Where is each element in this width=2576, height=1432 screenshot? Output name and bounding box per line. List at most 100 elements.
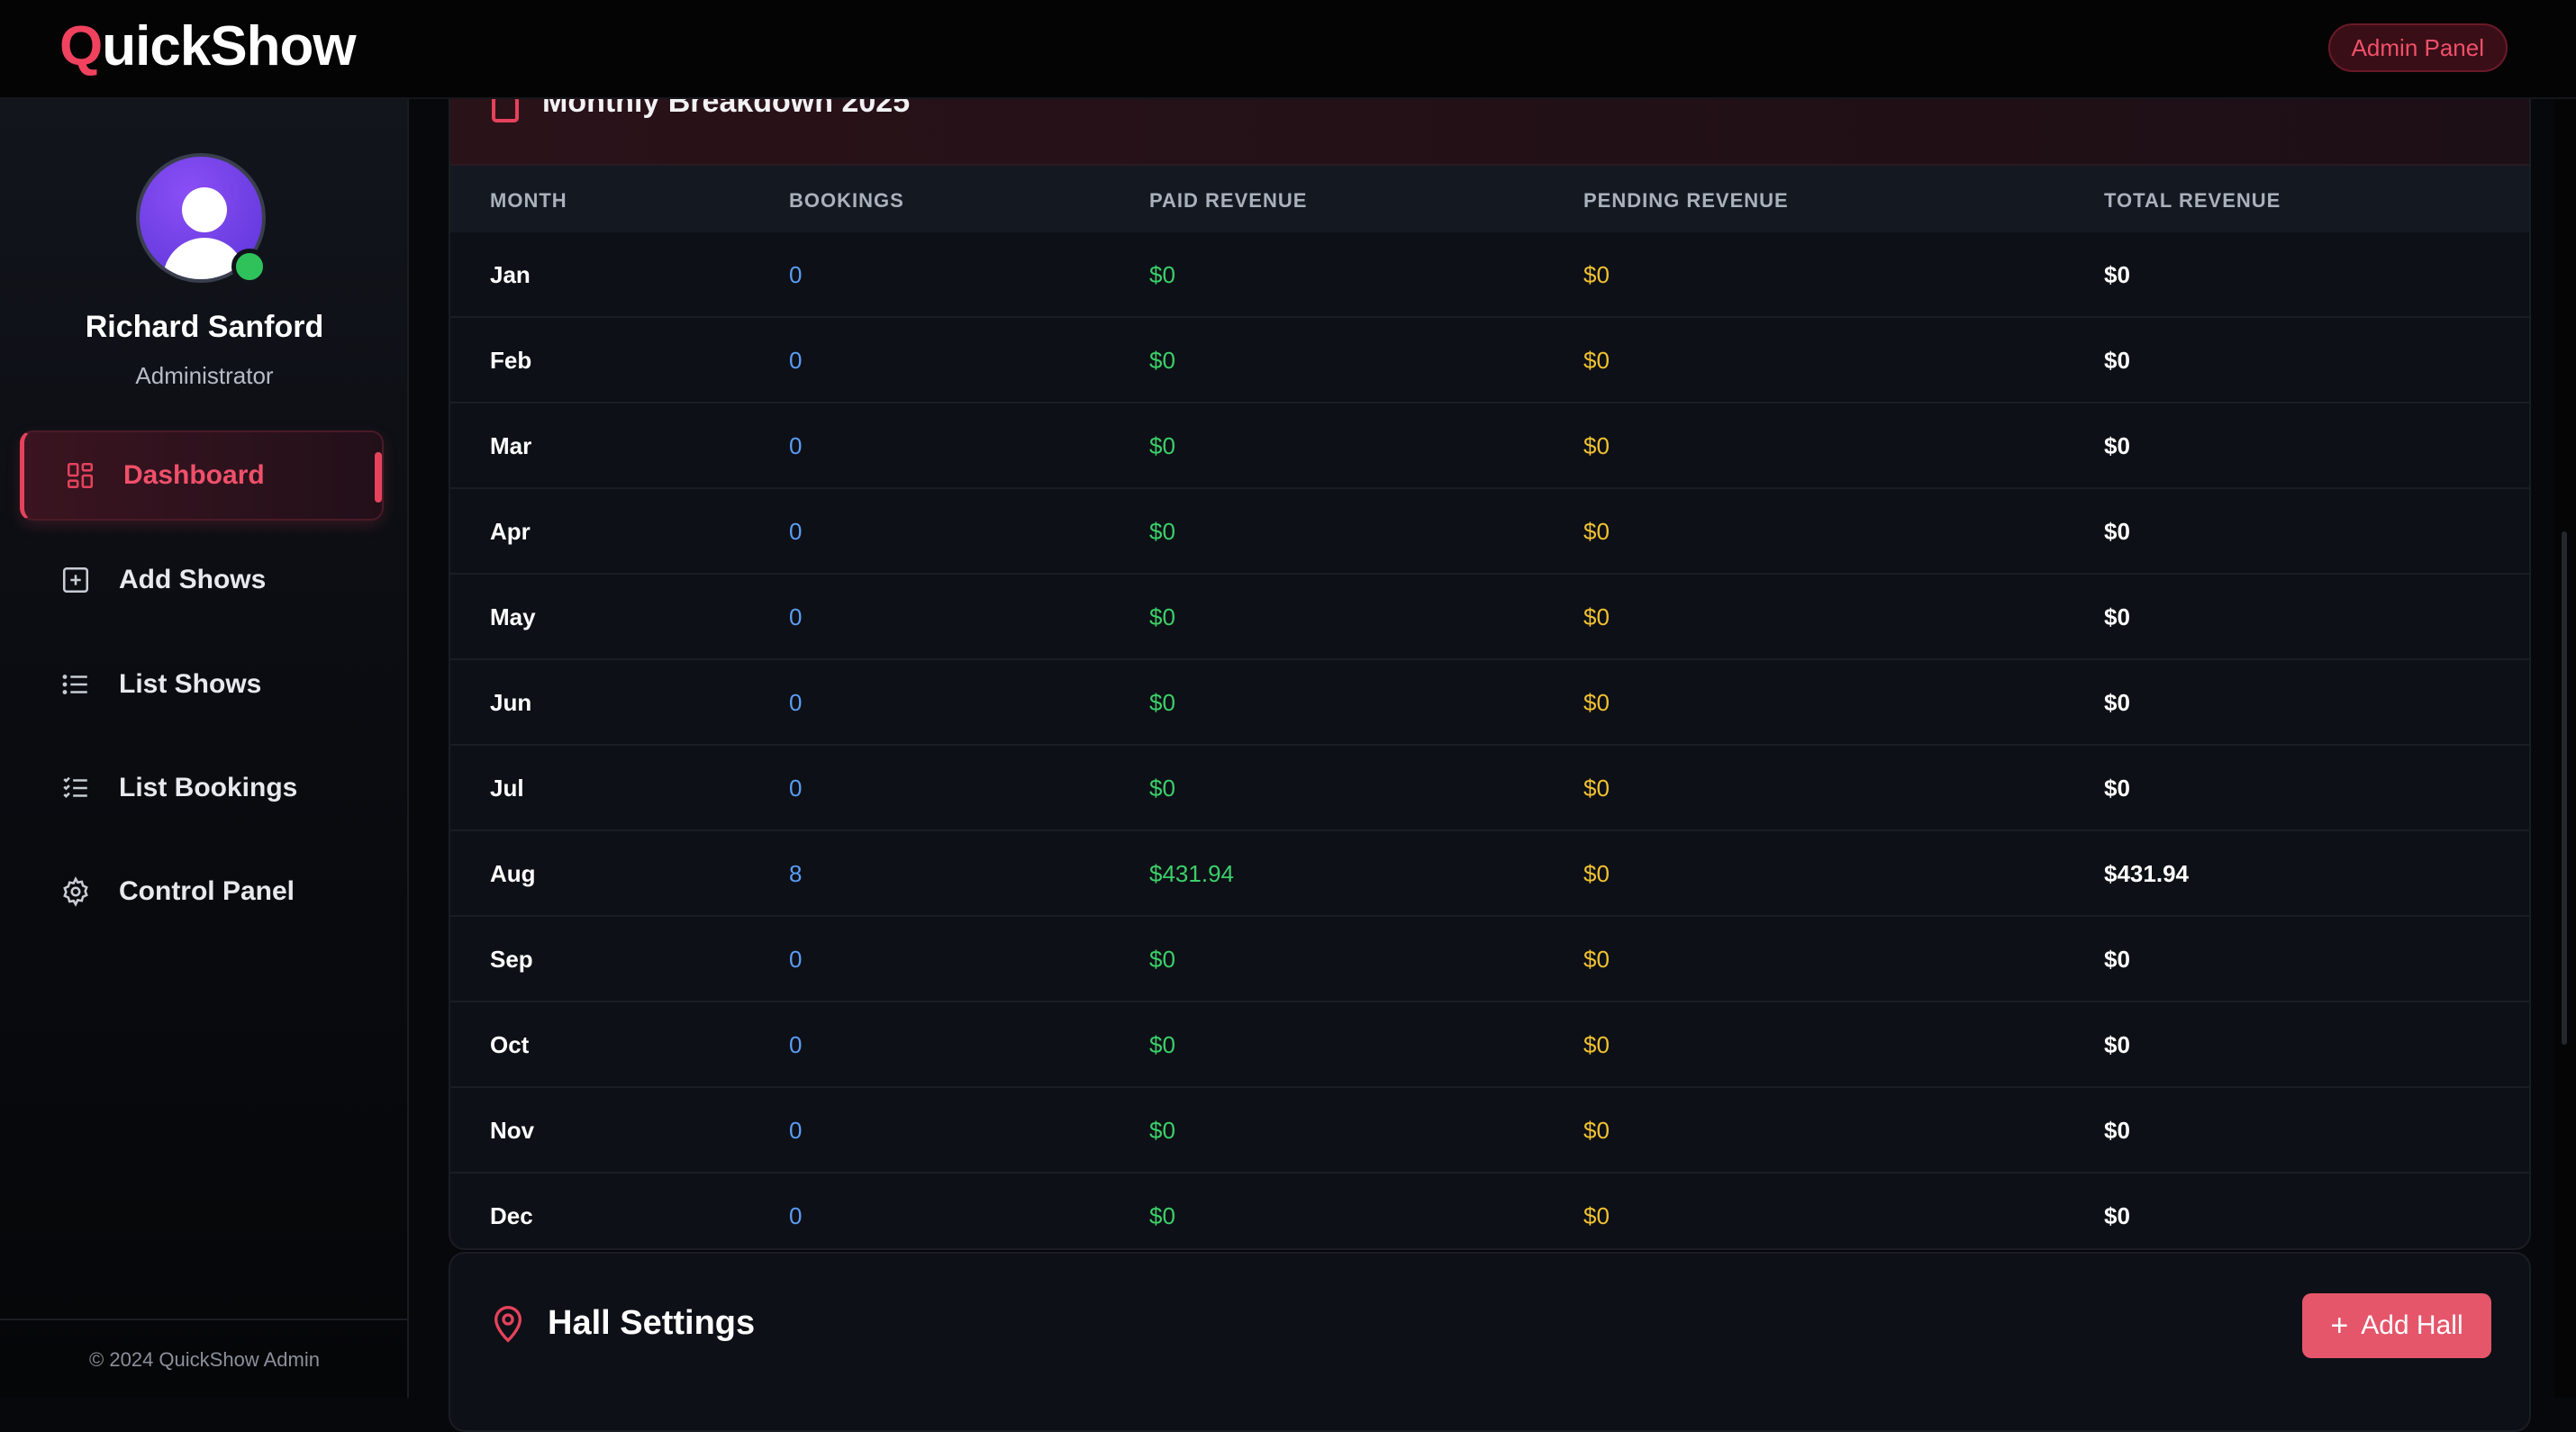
add-hall-label: Add Hall xyxy=(2361,1310,2463,1340)
cell-total-revenue: $431.94 xyxy=(2104,860,2189,887)
online-status-indicator xyxy=(231,249,268,285)
table-row: Aug 8 $431.94 $0 $431.94 xyxy=(450,831,2529,917)
cell-bookings: 0 xyxy=(789,347,803,374)
cell-total-revenue: $0 xyxy=(2104,432,2130,459)
table-row: Feb 0 $0 $0 $0 xyxy=(450,318,2529,403)
logo-q: Q xyxy=(59,15,103,77)
cell-bookings: 0 xyxy=(789,1031,803,1058)
sidebar-item-label: List Shows xyxy=(119,669,262,699)
top-bar: QuickShow Admin Panel xyxy=(0,0,2576,99)
cell-month: Jul xyxy=(490,775,524,802)
cell-pending-revenue: $0 xyxy=(1583,775,1610,802)
sidebar-item-dashboard[interactable]: Dashboard xyxy=(20,431,384,521)
list-ordered-icon xyxy=(59,772,92,804)
cell-paid-revenue: $0 xyxy=(1149,1202,1175,1229)
column-header-month: MONTH xyxy=(490,189,567,212)
hall-settings-title: Hall Settings xyxy=(548,1304,756,1342)
app-logo[interactable]: QuickShow xyxy=(59,14,357,78)
column-header-bookings: BOOKINGS xyxy=(789,189,904,212)
sidebar: Richard Sanford Administrator Dashboard … xyxy=(0,99,409,1398)
user-role: Administrator xyxy=(135,362,274,389)
table-row: Mar 0 $0 $0 $0 xyxy=(450,403,2529,489)
cell-month: Apr xyxy=(490,518,531,545)
sidebar-item-label: Add Shows xyxy=(119,565,267,594)
sidebar-item-label: List Bookings xyxy=(119,773,298,802)
cell-paid-revenue: $0 xyxy=(1149,689,1175,716)
hall-settings-card: Hall Settings + Add Hall xyxy=(449,1252,2531,1432)
cell-total-revenue: $0 xyxy=(2104,347,2130,374)
sidebar-item-label: Control Panel xyxy=(119,876,295,906)
plus-square-icon xyxy=(59,564,92,596)
add-hall-button[interactable]: + Add Hall xyxy=(2302,1293,2491,1358)
cell-paid-revenue: $0 xyxy=(1149,775,1175,802)
cell-paid-revenue: $0 xyxy=(1149,1031,1175,1058)
cell-paid-revenue: $0 xyxy=(1149,946,1175,973)
sidebar-item-list-bookings[interactable]: List Bookings xyxy=(20,743,384,833)
cell-bookings: 0 xyxy=(789,946,803,973)
cell-pending-revenue: $0 xyxy=(1583,946,1610,973)
table-row: Sep 0 $0 $0 $0 xyxy=(450,917,2529,1002)
monthly-breakdown-card: Monthly Breakdown 2025 MONTH BOOKINGS PA… xyxy=(449,79,2531,1250)
cell-total-revenue: $0 xyxy=(2104,603,2130,630)
admin-panel-badge: Admin Panel xyxy=(2327,23,2508,72)
cell-paid-revenue: $0 xyxy=(1149,603,1175,630)
scrollbar-thumb[interactable] xyxy=(2562,531,2567,1045)
cell-paid-revenue: $0 xyxy=(1149,432,1175,459)
cell-bookings: 8 xyxy=(789,860,803,887)
sidebar-item-add-shows[interactable]: Add Shows xyxy=(20,535,384,625)
cell-bookings: 0 xyxy=(789,432,803,459)
cell-pending-revenue: $0 xyxy=(1583,261,1610,288)
sidebar-item-control-panel[interactable]: Control Panel xyxy=(20,847,384,937)
cell-month: Jan xyxy=(490,261,531,288)
column-header-pending-revenue: PENDING REVENUE xyxy=(1583,189,1789,212)
table-header: MONTH BOOKINGS PAID REVENUE PENDING REVE… xyxy=(450,166,2529,232)
cell-paid-revenue: $431.94 xyxy=(1149,860,1234,887)
cell-total-revenue: $0 xyxy=(2104,946,2130,973)
plus-icon: + xyxy=(2330,1308,2349,1343)
table-row: Apr 0 $0 $0 $0 xyxy=(450,489,2529,575)
cell-pending-revenue: $0 xyxy=(1583,689,1610,716)
cell-total-revenue: $0 xyxy=(2104,1202,2130,1229)
logo-text: uickShow xyxy=(102,15,356,77)
cell-bookings: 0 xyxy=(789,689,803,716)
cell-total-revenue: $0 xyxy=(2104,689,2130,716)
cell-pending-revenue: $0 xyxy=(1583,860,1610,887)
cell-month: Dec xyxy=(490,1202,533,1229)
list-icon xyxy=(59,668,92,701)
cell-month: Sep xyxy=(490,946,533,973)
map-pin-icon xyxy=(490,1304,526,1344)
page-scrollbar[interactable] xyxy=(2554,0,2576,1398)
table-row: Jun 0 $0 $0 $0 xyxy=(450,660,2529,746)
cell-bookings: 0 xyxy=(789,261,803,288)
cell-pending-revenue: $0 xyxy=(1583,1117,1610,1144)
cell-pending-revenue: $0 xyxy=(1583,603,1610,630)
user-name: Richard Sanford xyxy=(85,310,324,344)
cell-month: Jun xyxy=(490,689,532,716)
table-row: May 0 $0 $0 $0 xyxy=(450,575,2529,660)
cell-paid-revenue: $0 xyxy=(1149,1117,1175,1144)
active-indicator xyxy=(375,452,382,503)
cell-pending-revenue: $0 xyxy=(1583,518,1610,545)
sidebar-footer: © 2024 QuickShow Admin xyxy=(0,1319,409,1398)
sidebar-item-list-shows[interactable]: List Shows xyxy=(20,639,384,730)
table-row: Jan 0 $0 $0 $0 xyxy=(450,232,2529,318)
column-header-total-revenue: TOTAL REVENUE xyxy=(2104,189,2281,212)
cell-total-revenue: $0 xyxy=(2104,775,2130,802)
cell-paid-revenue: $0 xyxy=(1149,518,1175,545)
cell-pending-revenue: $0 xyxy=(1583,347,1610,374)
cell-total-revenue: $0 xyxy=(2104,261,2130,288)
sidebar-item-label: Dashboard xyxy=(123,460,265,490)
cell-pending-revenue: $0 xyxy=(1583,1202,1610,1229)
calendar-icon xyxy=(492,95,519,122)
cell-bookings: 0 xyxy=(789,1117,803,1144)
cell-month: Mar xyxy=(490,432,532,459)
cell-total-revenue: $0 xyxy=(2104,518,2130,545)
cell-pending-revenue: $0 xyxy=(1583,432,1610,459)
cell-month: Nov xyxy=(490,1117,535,1144)
gear-icon xyxy=(59,875,92,908)
cell-month: Aug xyxy=(490,860,536,887)
cell-bookings: 0 xyxy=(789,603,803,630)
cell-paid-revenue: $0 xyxy=(1149,261,1175,288)
cell-total-revenue: $0 xyxy=(2104,1117,2130,1144)
cell-bookings: 0 xyxy=(789,1202,803,1229)
